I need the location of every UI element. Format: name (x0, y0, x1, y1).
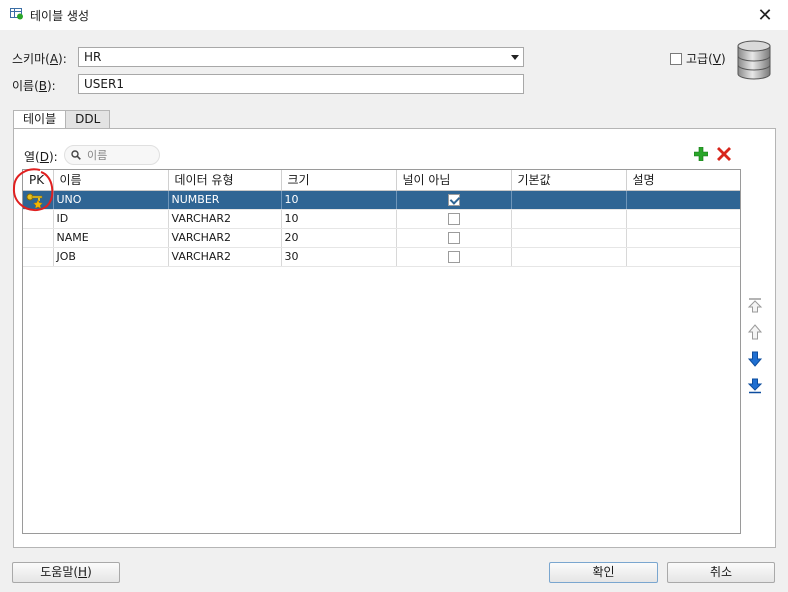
window-title: 테이블 생성 (30, 9, 90, 23)
header-comment[interactable]: 설명 (626, 170, 740, 191)
not-null-checkbox[interactable] (447, 194, 460, 206)
advanced-checkbox[interactable]: 고급(V) (670, 50, 726, 67)
header-size[interactable]: 크기 (281, 170, 397, 191)
not-null-checkbox[interactable] (447, 251, 460, 263)
pk-cell[interactable] (23, 228, 54, 248)
column-comment-cell[interactable] (626, 247, 740, 267)
cancel-button[interactable]: 취소 (667, 562, 775, 583)
move-bottom-icon[interactable] (747, 378, 763, 394)
advanced-label: 고급(V) (686, 52, 726, 66)
pk-cell[interactable] (23, 209, 54, 229)
not-null-checkbox[interactable] (447, 232, 460, 244)
delete-column-icon[interactable] (717, 147, 731, 161)
column-type-cell[interactable]: NUMBER (168, 190, 282, 210)
search-icon (71, 150, 81, 160)
pk-cell[interactable] (23, 190, 54, 210)
help-button[interactable]: 도움말(H) (12, 562, 120, 583)
column-default-cell[interactable] (511, 190, 627, 210)
header-pk[interactable]: PK (23, 170, 54, 191)
chevron-down-icon (511, 55, 519, 60)
title-bar: 테이블 생성 ✕ (0, 0, 788, 30)
column-default-cell[interactable] (511, 209, 627, 229)
move-down-icon[interactable] (747, 351, 763, 367)
column-size-cell[interactable]: 10 (281, 190, 397, 210)
column-search-field[interactable]: 이름 (64, 145, 160, 165)
table-name-label: 이름(B): (12, 79, 56, 93)
create-table-icon (10, 8, 23, 20)
not-null-cell[interactable] (396, 228, 512, 248)
tab-ddl[interactable]: DDL (65, 110, 111, 129)
table-name-input[interactable]: USER1 (78, 74, 524, 94)
move-up-icon[interactable] (747, 324, 763, 340)
not-null-checkbox[interactable] (447, 213, 460, 225)
schema-select[interactable]: HR (78, 47, 524, 67)
column-type-cell[interactable]: VARCHAR2 (168, 228, 282, 248)
table-header-row: PK 이름 데이터 유형 크기 널이 아님 기본값 설명 (23, 170, 740, 191)
close-icon: ✕ (757, 4, 773, 26)
advanced-checkbox-box[interactable] (670, 52, 682, 65)
header-default[interactable]: 기본값 (511, 170, 627, 191)
column-comment-cell[interactable] (626, 209, 740, 229)
column-type-cell[interactable]: VARCHAR2 (168, 209, 282, 229)
column-name-cell[interactable]: JOB (53, 247, 169, 267)
column-default-cell[interactable] (511, 247, 627, 267)
table-row[interactable]: UNO NUMBER 10 (23, 190, 740, 210)
pk-cell[interactable] (23, 247, 54, 267)
header-not-null[interactable]: 널이 아님 (396, 170, 512, 191)
ok-button[interactable]: 확인 (549, 562, 658, 583)
schema-value: HR (84, 50, 102, 64)
column-default-cell[interactable] (511, 228, 627, 248)
database-icon (737, 40, 771, 80)
column-order-buttons (747, 297, 763, 405)
column-size-cell[interactable]: 20 (281, 228, 397, 248)
tab-bar: 테이블 DDL (13, 110, 111, 130)
not-null-cell[interactable] (396, 190, 512, 210)
column-type-cell[interactable]: VARCHAR2 (168, 247, 282, 267)
close-button[interactable]: ✕ (742, 0, 788, 30)
table-row[interactable]: ID VARCHAR2 10 (23, 209, 740, 229)
columns-table: PK 이름 데이터 유형 크기 널이 아님 기본값 설명 UNO NUMBER … (22, 169, 741, 534)
tab-table[interactable]: 테이블 (13, 110, 67, 130)
columns-label: 열(D): (24, 150, 58, 164)
header-name[interactable]: 이름 (53, 170, 169, 191)
column-size-cell[interactable]: 10 (281, 209, 397, 229)
table-row[interactable]: NAME VARCHAR2 20 (23, 228, 740, 248)
column-size-cell[interactable]: 30 (281, 247, 397, 267)
move-top-icon[interactable] (747, 297, 763, 313)
primary-key-icon (26, 193, 43, 208)
not-null-cell[interactable] (396, 209, 512, 229)
column-comment-cell[interactable] (626, 190, 740, 210)
header-data-type[interactable]: 데이터 유형 (168, 170, 282, 191)
table-row[interactable]: JOB VARCHAR2 30 (23, 247, 740, 267)
search-placeholder: 이름 (87, 149, 108, 162)
column-name-cell[interactable]: ID (53, 209, 169, 229)
column-name-cell[interactable]: UNO (53, 190, 169, 210)
schema-label: 스키마(A): (12, 52, 67, 66)
not-null-cell[interactable] (396, 247, 512, 267)
column-comment-cell[interactable] (626, 228, 740, 248)
column-name-cell[interactable]: NAME (53, 228, 169, 248)
add-column-icon[interactable] (694, 147, 708, 161)
